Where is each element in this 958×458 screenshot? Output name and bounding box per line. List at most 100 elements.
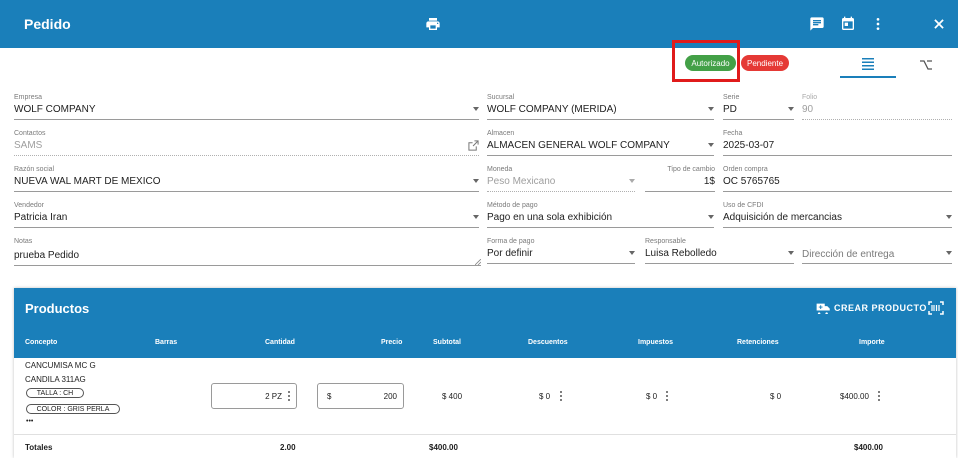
page-title: Pedido: [24, 16, 71, 32]
totales-subtotal: $400.00: [429, 443, 458, 452]
cantidad-value: 2 PZ: [265, 392, 282, 401]
impuestos-value: $ 0: [646, 392, 658, 401]
chevron-down-icon: [629, 179, 635, 183]
col-header-precio: Precio: [381, 339, 403, 346]
impuestos-menu-icon[interactable]: [666, 391, 669, 401]
truck-plus-icon: [816, 303, 830, 314]
vendedor-value: Patricia Iran: [14, 212, 68, 223]
metodo-pago-value: Pago en una sola exhibición: [487, 212, 613, 223]
col-header-importe: Importe: [859, 339, 885, 346]
open-external-icon[interactable]: [468, 140, 479, 151]
forma-pago-value: Por definir: [487, 248, 533, 259]
more-vert-icon[interactable]: [868, 14, 888, 34]
productos-header: Productos CREAR PRODUCTO Concepto Barras…: [14, 288, 956, 358]
chevron-down-icon: [788, 107, 794, 111]
col-header-retenciones: Retenciones: [737, 339, 779, 346]
tab-list-view[interactable]: [840, 52, 896, 78]
uso-cfdi-value: Adquisición de mercancias: [723, 212, 842, 223]
cantidad-menu-icon[interactable]: [288, 391, 291, 401]
row-divider: [14, 434, 956, 435]
productos-title: Productos: [25, 301, 90, 316]
empresa-value: WOLF COMPANY: [14, 104, 96, 115]
vendedor-label: Vendedor: [14, 202, 44, 209]
sucursal-value: WOLF COMPANY (MERIDA): [487, 104, 617, 115]
razon-social-value: NUEVA WAL MART DE MEXICO: [14, 176, 161, 187]
precio-value: 200: [383, 392, 397, 401]
calendar-icon[interactable]: [838, 14, 858, 34]
folio-label: Folio: [802, 94, 818, 101]
chevron-down-icon: [473, 215, 479, 219]
status-chip-pendiente[interactable]: Pendiente: [741, 55, 789, 71]
folio-value: 90: [802, 104, 814, 115]
tipo-cambio-value: 1$: [703, 176, 715, 187]
comment-icon[interactable]: [807, 14, 827, 34]
orden-compra-label: Orden compra: [723, 166, 768, 173]
serie-value: PD: [723, 104, 737, 115]
tag-talla: TALLA : CH: [26, 388, 84, 398]
chevron-down-icon: [708, 107, 714, 111]
col-header-subtotal: Subtotal: [433, 339, 461, 346]
forma-pago-label: Forma de pago: [487, 238, 535, 245]
importe-value: $400.00: [840, 392, 869, 401]
col-header-descuentos: Descuentos: [528, 339, 568, 346]
contactos-value: SAMS: [14, 140, 43, 151]
contactos-label: Contactos: [14, 130, 46, 137]
tab-branch-view[interactable]: [898, 52, 954, 78]
sucursal-label: Sucursal: [487, 94, 515, 101]
chevron-down-icon: [946, 215, 952, 219]
close-icon[interactable]: [929, 14, 949, 34]
almacen-label: Almacen: [487, 130, 515, 137]
precio-input[interactable]: $ 200: [317, 383, 404, 409]
uso-cfdi-label: Uso de CFDI: [723, 202, 764, 209]
totales-cantidad: 2.00: [280, 443, 296, 452]
chevron-down-icon: [946, 251, 952, 255]
app-bar: Pedido: [0, 0, 958, 48]
razon-social-label: Razón social: [14, 166, 55, 173]
direccion-entrega-placeholder: Dirección de entrega: [802, 249, 895, 260]
printer-icon[interactable]: [423, 14, 443, 34]
chevron-down-icon: [473, 107, 479, 111]
concepto-line2: CANDILA 311AG: [25, 375, 86, 384]
responsable-value: Luisa Rebolledo: [645, 248, 717, 259]
list-lines-icon: [862, 58, 874, 70]
crear-producto-button[interactable]: CREAR PRODUCTO: [816, 302, 927, 314]
col-header-impuestos: Impuestos: [638, 339, 674, 346]
tipo-cambio-label: Tipo de cambio: [667, 166, 715, 173]
chevron-down-icon: [788, 251, 794, 255]
crear-producto-label: CREAR PRODUCTO: [834, 303, 927, 313]
col-header-barras: Barras: [155, 339, 178, 346]
orden-compra-value: OC 5765765: [723, 176, 780, 187]
precio-prefix: $: [327, 392, 332, 401]
productos-panel: Productos CREAR PRODUCTO Concepto Barras…: [14, 288, 956, 458]
chevron-down-icon: [473, 179, 479, 183]
metodo-pago-label: Método de pago: [487, 202, 538, 209]
moneda-value: Peso Mexicano: [487, 176, 556, 187]
totales-label: Totales: [25, 443, 53, 452]
col-header-concepto: Concepto: [25, 339, 58, 346]
almacen-value: ALMACEN GENERAL WOLF COMPANY: [487, 140, 670, 151]
notas-value: prueba Pedido: [14, 250, 80, 261]
importe-menu-icon[interactable]: [878, 391, 881, 401]
notas-label: Notas: [14, 238, 33, 245]
chevron-down-icon: [629, 251, 635, 255]
cantidad-input[interactable]: 2 PZ: [211, 383, 297, 409]
responsable-label: Responsable: [645, 238, 686, 245]
retenciones-value: $ 0: [770, 392, 782, 401]
tag-color: COLOR : GRIS PERLA: [26, 404, 120, 414]
fecha-label: Fecha: [723, 130, 743, 137]
highlight-box: [672, 40, 740, 82]
col-header-cantidad: Cantidad: [265, 339, 295, 346]
concepto-line1: CANCUMISA MC G: [25, 361, 96, 370]
descuentos-value: $ 0: [539, 392, 551, 401]
more-tags-button[interactable]: •••: [26, 418, 33, 425]
totales-importe: $400.00: [854, 443, 883, 452]
moneda-label: Moneda: [487, 166, 513, 173]
chevron-down-icon: [708, 143, 714, 147]
branch-icon: [920, 60, 932, 70]
descuentos-menu-icon[interactable]: [560, 391, 563, 401]
subtotal-value: $ 400: [442, 392, 463, 401]
barcode-scan-icon[interactable]: [928, 301, 944, 315]
serie-label: Serie: [723, 94, 740, 101]
empresa-label: Empresa: [14, 94, 43, 101]
chevron-down-icon: [708, 215, 714, 219]
